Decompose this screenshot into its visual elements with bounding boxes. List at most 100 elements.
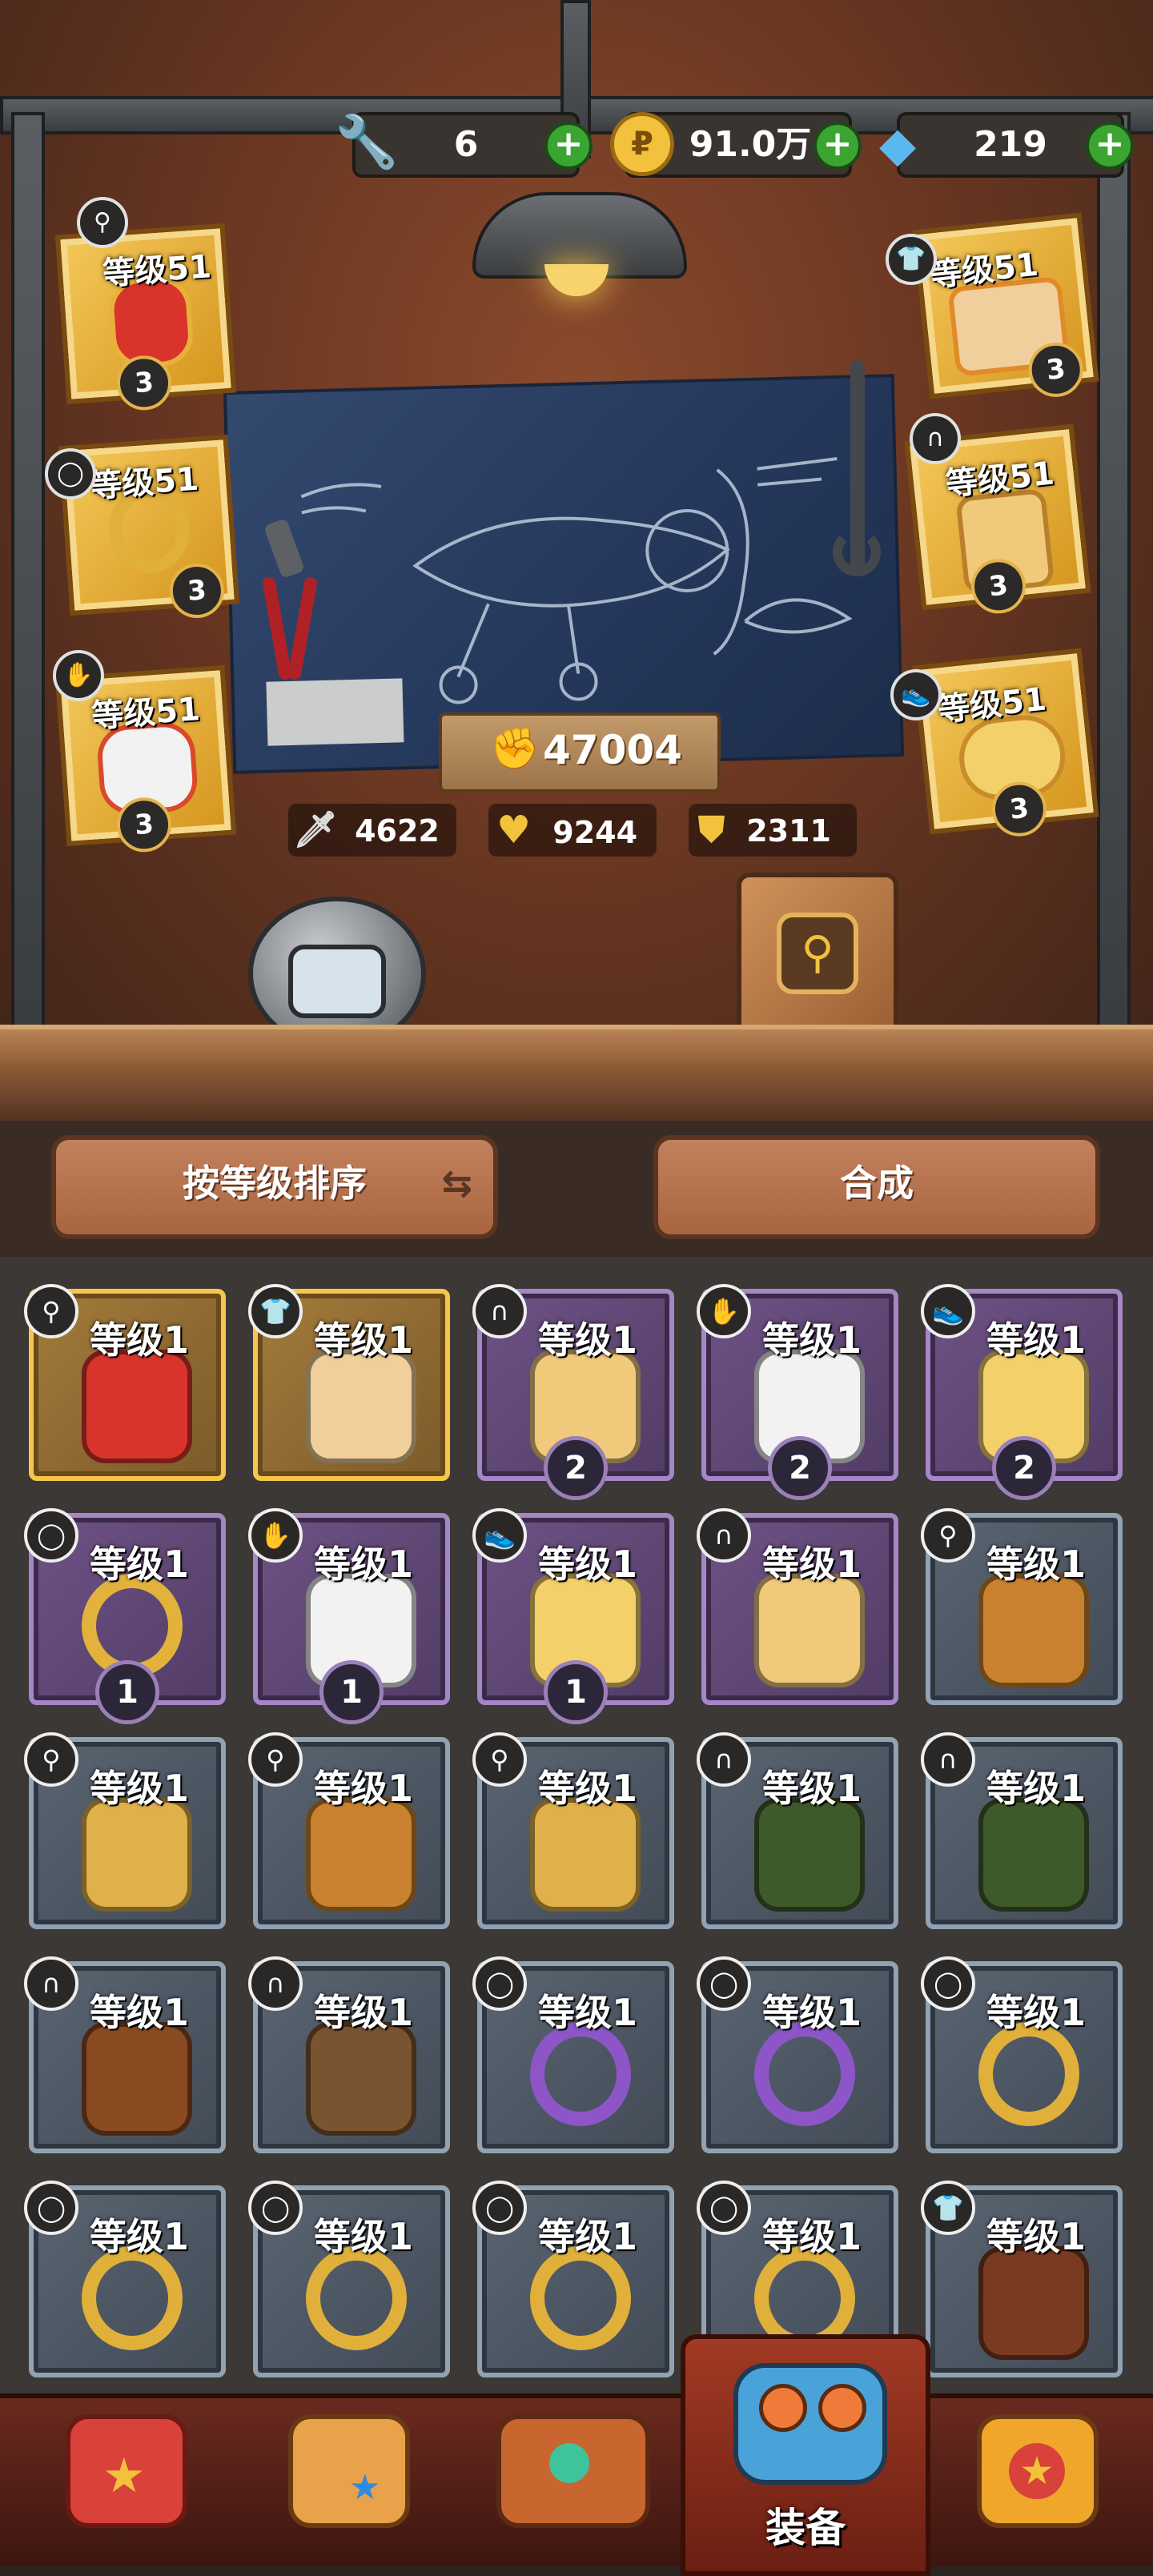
inventory-item[interactable]: 👟 等级1 2	[921, 1284, 1123, 1500]
pants-icon	[978, 1798, 1089, 1912]
shirt-type-icon: 👕	[886, 234, 937, 285]
ring-icon	[82, 2246, 183, 2350]
health-stat: ♥ 9244	[488, 804, 657, 857]
ring-type-icon: ◯	[697, 2181, 751, 2235]
inventory-item[interactable]: ⚲ 等级1	[24, 1284, 226, 1481]
star-book-icon: ★	[977, 2414, 1099, 2528]
inventory-item[interactable]: ⚲ 等级1	[921, 1508, 1123, 1705]
key-icon	[82, 1350, 192, 1463]
inventory-item[interactable]: 👕 等级1	[248, 1284, 450, 1481]
inventory-item[interactable]: ∩ 等级1 2	[472, 1284, 674, 1500]
sort-by-level-button[interactable]: 按等级排序 ⇆	[51, 1135, 498, 1239]
coin-icon: ₽	[610, 112, 674, 176]
inventory-item[interactable]: ✋ 等级1 1	[248, 1508, 450, 1724]
pants-type-icon: ∩	[697, 1508, 751, 1563]
shoe-type-icon: 👟	[921, 1284, 975, 1338]
inventory-item[interactable]: ◯ 等级1 1	[24, 1508, 226, 1724]
inventory-item[interactable]: ✋ 等级1 2	[697, 1284, 898, 1500]
item-count-badge: 2	[992, 1436, 1056, 1500]
left-post	[11, 112, 45, 1031]
bulb-icon	[544, 264, 609, 296]
item-level: 等级1	[314, 1543, 414, 1586]
item-level: 等级1	[538, 1543, 638, 1586]
pants-type-icon: ∩	[921, 1732, 975, 1787]
inventory-item[interactable]: ∩ 等级1	[24, 1956, 226, 2153]
inventory-item[interactable]: ◯ 等级1	[248, 2181, 450, 2377]
nav-shop[interactable]: ★	[42, 2398, 202, 2550]
ring-type-icon: ◯	[24, 1508, 78, 1563]
key-icon	[978, 1574, 1089, 1687]
item-level: 等级1	[986, 2215, 1087, 2258]
item-level: 等级1	[986, 1318, 1087, 1362]
key-icon	[306, 1798, 416, 1912]
ring-type-icon: ◯	[472, 2181, 527, 2235]
key-icon	[530, 1798, 641, 1912]
inventory-item[interactable]: ∩ 等级1	[248, 1956, 450, 2153]
pants-icon	[754, 1574, 865, 1687]
inventory-item[interactable]: ◯ 等级1	[472, 2181, 674, 2377]
sword-icon: 🗡	[293, 809, 338, 850]
glove-type-icon: ✋	[697, 1284, 751, 1338]
add-wrench-button[interactable]: +	[544, 122, 593, 170]
item-level: 等级1	[762, 2215, 862, 2258]
item-level: 等级1	[762, 1318, 862, 1362]
item-level: 等级1	[90, 1991, 190, 2034]
bottom-navigation: ★ ★ 装备 ★	[0, 2334, 1153, 2576]
inventory-item[interactable]: ⚲ 等级1	[24, 1732, 226, 1929]
ring-type-icon: ◯	[248, 2181, 303, 2235]
equip-slot-shirt[interactable]: 等级51 3	[912, 212, 1099, 400]
equip-slot-key[interactable]: 等级51 3	[54, 223, 237, 412]
nav-book[interactable]: ★	[953, 2398, 1113, 2550]
merge-button[interactable]: 合成	[653, 1135, 1100, 1239]
item-level: 等级1	[538, 1318, 638, 1362]
item-level: 等级1	[90, 1318, 190, 1362]
shirt-type-icon: 👕	[921, 2181, 975, 2235]
key-type-icon: ⚲	[921, 1508, 975, 1563]
inventory-item[interactable]: ◯ 等级1	[472, 1956, 674, 2153]
shirt-icon	[978, 2246, 1089, 2360]
item-count-badge: 1	[544, 1660, 608, 1724]
item-level: 等级1	[90, 2215, 190, 2258]
inventory-item[interactable]: ∩ 等级1	[697, 1508, 898, 1705]
shoe-type-icon: 👟	[472, 1508, 527, 1563]
right-post	[1097, 112, 1131, 1031]
equip-slot-shoe[interactable]: 等级51 3	[912, 648, 1099, 840]
ring-type-icon: ◯	[921, 1956, 975, 2011]
key-type-icon: ⚲	[77, 197, 128, 248]
hanging-wrench-icon	[833, 352, 881, 584]
pants-icon	[82, 2022, 192, 2136]
inventory-item[interactable]: ⚲ 等级1	[472, 1732, 674, 1929]
ring-type-icon: ◯	[472, 1956, 527, 2011]
item-level: 等级1	[986, 1991, 1087, 2034]
inventory-item[interactable]: ◯ 等级1	[24, 2181, 226, 2377]
inventory-item[interactable]: ◯ 等级1	[921, 1956, 1123, 2153]
inventory-item[interactable]: ∩ 等级1	[921, 1732, 1123, 1929]
nav-map[interactable]	[488, 2398, 650, 2550]
ring-icon	[530, 2022, 631, 2126]
add-gem-button[interactable]: +	[1086, 122, 1134, 170]
pants-type-icon: ∩	[472, 1284, 527, 1338]
nav-equip[interactable]: 装备	[681, 2334, 930, 2576]
wrench-icon: 🔧	[335, 113, 399, 172]
diamond-icon: ◆	[879, 117, 917, 173]
ring-icon	[530, 2246, 631, 2350]
nav-supply[interactable]: ★	[264, 2398, 424, 2550]
pants-icon	[306, 2022, 416, 2136]
sort-label: 按等级排序	[183, 1162, 367, 1205]
ring-icon	[754, 2022, 855, 2126]
item-level: 等级1	[762, 1991, 862, 2034]
supply-box-icon: ★	[288, 2414, 410, 2528]
item-level: 等级1	[90, 1543, 190, 1586]
machine-screen	[288, 945, 386, 1018]
item-level: 等级1	[762, 1767, 862, 1810]
inventory-item[interactable]: 👕 等级1	[921, 2181, 1123, 2377]
ring-type-icon: ◯	[697, 1956, 751, 2011]
inventory-item[interactable]: ∩ 等级1	[697, 1732, 898, 1929]
defense-value: 2311	[746, 813, 831, 849]
inventory-item[interactable]: ⚲ 等级1	[248, 1732, 450, 1929]
inventory-item[interactable]: ◯ 等级1	[697, 1956, 898, 2153]
add-coin-button[interactable]: +	[814, 122, 862, 170]
workshop-scene: 6 🔧 + 91.0万 ₽ + 219 ◆ + ✊ 47004 🗡 4622 ♥…	[0, 0, 1153, 1121]
equipment-helmet-icon	[733, 2363, 887, 2485]
inventory-item[interactable]: 👟 等级1 1	[472, 1508, 674, 1724]
